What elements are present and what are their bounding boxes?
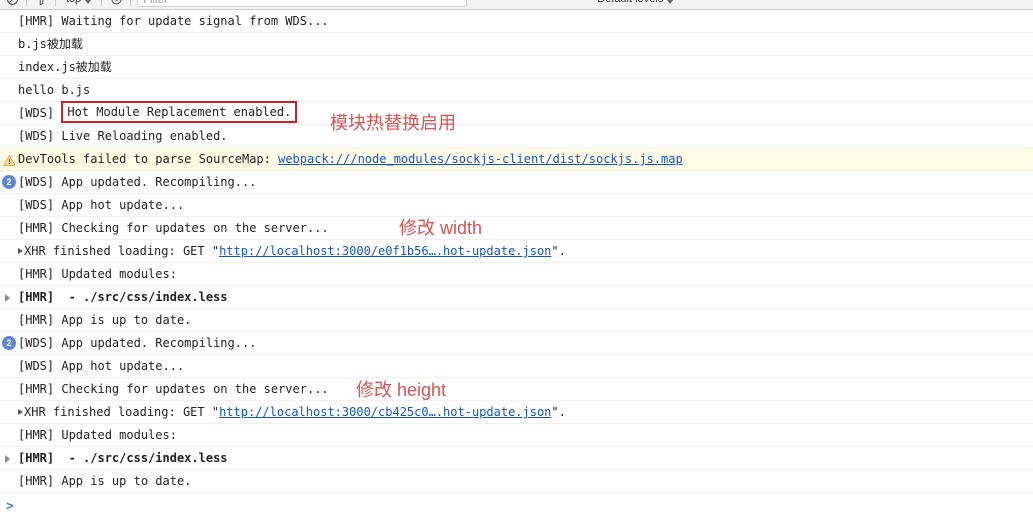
prompt-caret-icon: >	[6, 499, 14, 514]
log-message: [HMR] App is up to date.	[18, 474, 192, 488]
expand-triangle-icon[interactable]	[5, 294, 10, 302]
console-row-index-js-loaded[interactable]: index.js被加载	[0, 56, 1033, 79]
toolbar-divider-2	[55, 0, 56, 6]
console-row-checking-updates-1[interactable]: [HMR] Checking for updates on the server…	[0, 217, 1033, 240]
console-prompt[interactable]: >	[0, 493, 1033, 516]
log-message-pre: XHR finished loading: GET "	[24, 244, 220, 258]
log-message-post: ".	[551, 244, 566, 258]
log-prefix: [WDS]	[18, 106, 62, 120]
xhr-url-link[interactable]: http://localhost:3000/e0f1b56….hot-updat…	[219, 244, 551, 258]
repeat-count-badge: 2	[2, 336, 16, 350]
console-row-module-index-less-1[interactable]: [HMR] - ./src/css/index.less	[0, 286, 1033, 309]
console-row-app-hot-update-2[interactable]: [WDS] App hot update...	[0, 355, 1033, 378]
sourcemap-link[interactable]: webpack:///node_modules/sockjs-client/di…	[278, 152, 683, 166]
log-message: [WDS] App updated. Recompiling...	[18, 175, 257, 189]
log-level-selector[interactable]: Default levels	[593, 0, 677, 5]
log-message: [HMR] Checking for updates on the server…	[18, 382, 329, 396]
log-message: index.js被加载	[18, 60, 112, 74]
console-row-checking-updates-2[interactable]: [HMR] Checking for updates on the server…	[0, 378, 1033, 401]
console-row-hmr-waiting[interactable]: [HMR] Waiting for update signal from WDS…	[0, 10, 1033, 33]
log-message: [HMR] Updated modules:	[18, 267, 177, 281]
console-row-up-to-date-2[interactable]: [HMR] App is up to date.	[0, 470, 1033, 493]
warning-message: DevTools failed to parse SourceMap:	[18, 152, 279, 166]
console-row-app-hot-update-1[interactable]: [WDS] App hot update...	[0, 194, 1033, 217]
highlight-box-hmr-enabled: Hot Module Replacement enabled.	[61, 101, 298, 123]
console-row-up-to-date-1[interactable]: [HMR] App is up to date.	[0, 309, 1033, 332]
expand-triangle-icon[interactable]	[5, 455, 10, 463]
xhr-url-link[interactable]: http://localhost:3000/cb425c0….hot-updat…	[219, 405, 551, 419]
log-message: hello b.js	[18, 83, 91, 97]
console-row-updated-modules-1[interactable]: [HMR] Updated modules:	[0, 263, 1033, 286]
log-message: b.js被加载	[18, 37, 83, 51]
console-filter-input[interactable]: Filter	[137, 0, 468, 7]
log-message: [HMR] Checking for updates on the server…	[18, 221, 329, 235]
devtools-console-toolbar: top Filter Default levels	[0, 0, 1033, 10]
toolbar-divider-1	[26, 0, 27, 6]
toolbar-inner: top Filter Default levels	[0, 0, 1033, 9]
log-message: [WDS] App hot update...	[18, 198, 185, 212]
log-message-post: ".	[551, 405, 566, 419]
execution-context-selector[interactable]: top	[62, 0, 95, 5]
console-row-xhr-finished-1[interactable]: XHR finished loading: GET "http://localh…	[0, 240, 1033, 263]
console-row-app-updated-1[interactable]: 2 [WDS] App updated. Recompiling...	[0, 171, 1033, 194]
console-row-live-reloading[interactable]: [WDS] Live Reloading enabled.	[0, 125, 1033, 148]
toolbar-divider-3	[101, 0, 103, 6]
console-row-hmr-enabled[interactable]: [WDS] Hot Module Replacement enabled.	[0, 101, 1033, 125]
warning-triangle-icon	[3, 152, 16, 166]
log-message: [WDS] App hot update...	[18, 359, 185, 373]
repeat-count-badge: 2	[2, 175, 16, 189]
filter-funnel-icon[interactable]	[33, 0, 49, 7]
console-row-app-updated-2[interactable]: 2 [WDS] App updated. Recompiling...	[0, 332, 1033, 355]
expand-triangle-icon[interactable]	[18, 247, 23, 254]
console-row-updated-modules-2[interactable]: [HMR] Updated modules:	[0, 424, 1033, 447]
filter-settings-icon[interactable]	[108, 0, 124, 7]
toolbar-divider-4	[130, 0, 132, 6]
console-row-xhr-finished-2[interactable]: XHR finished loading: GET "http://localh…	[0, 401, 1033, 424]
console-row-hello-b-js[interactable]: hello b.js	[0, 79, 1033, 102]
log-message: [HMR] - ./src/css/index.less	[18, 451, 228, 465]
console-row-module-index-less-2[interactable]: [HMR] - ./src/css/index.less	[0, 447, 1033, 470]
console-row-sourcemap-warning[interactable]: DevTools failed to parse SourceMap: webp…	[0, 148, 1033, 171]
log-message: [HMR] App is up to date.	[18, 313, 192, 327]
clear-console-icon[interactable]	[4, 0, 20, 7]
log-message: [WDS] Live Reloading enabled.	[18, 129, 228, 143]
console-log-panel[interactable]: [HMR] Waiting for update signal from WDS…	[0, 10, 1033, 516]
log-message-pre: XHR finished loading: GET "	[24, 405, 220, 419]
log-message: [HMR] Waiting for update signal from WDS…	[18, 14, 329, 28]
expand-triangle-icon[interactable]	[18, 408, 23, 415]
log-message: [WDS] App updated. Recompiling...	[18, 336, 257, 350]
log-message: [HMR] - ./src/css/index.less	[18, 290, 228, 304]
log-message: [HMR] Updated modules:	[18, 428, 177, 442]
console-row-b-js-loaded[interactable]: b.js被加载	[0, 33, 1033, 56]
